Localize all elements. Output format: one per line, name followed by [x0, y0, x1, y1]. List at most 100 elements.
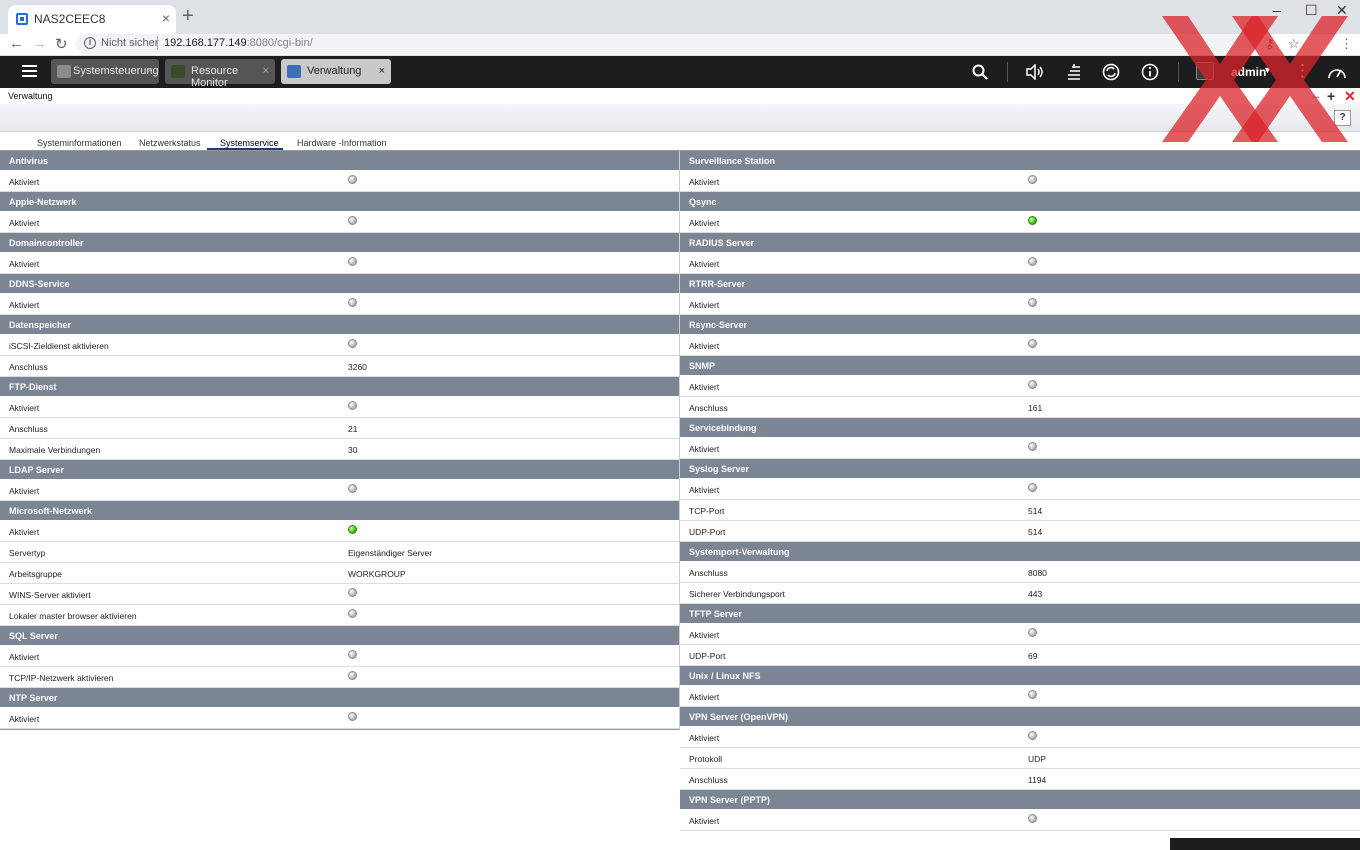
url-text[interactable]: 192.168.177.149:8080/cgi-bin/: [164, 37, 313, 49]
row-label: Aktiviert: [9, 300, 40, 310]
row-label: Aktiviert: [689, 300, 720, 310]
app-tab-close-icon[interactable]: ×: [263, 65, 269, 77]
stack-icon[interactable]: [1066, 63, 1082, 81]
browser-tab-close-button[interactable]: ×: [162, 10, 170, 26]
forward-arrow-icon[interactable]: →: [32, 35, 47, 52]
row-label: Aktiviert: [9, 652, 40, 662]
main-menu-icon[interactable]: [22, 65, 37, 77]
new-tab-button[interactable]: +: [182, 6, 194, 26]
tab-hardware-information[interactable]: Hardware -Information: [297, 138, 387, 148]
status-off-icon: [1028, 814, 1037, 823]
sync-icon[interactable]: [1102, 63, 1120, 81]
search-icon[interactable]: [972, 64, 988, 80]
status-off-icon: [348, 671, 357, 680]
tab-netzwerkstatus[interactable]: Netzwerkstatus: [139, 138, 201, 148]
status-off-icon: [348, 216, 357, 225]
window-close-button[interactable]: ✕: [1344, 88, 1356, 105]
table-row: Aktiviert: [0, 646, 679, 667]
back-arrow-icon[interactable]: ←: [9, 35, 24, 52]
security-label[interactable]: Nicht sicher: [101, 37, 158, 49]
table-row: Aktiviert: [0, 212, 679, 233]
status-on-icon: [1028, 216, 1037, 225]
chrome-menu-icon[interactable]: ⋮: [1340, 36, 1353, 52]
browser-tab[interactable]: NAS2CEEC8 ×: [8, 5, 176, 34]
status-off-icon: [1028, 483, 1037, 492]
status-off-icon: [1028, 339, 1037, 348]
status-off-icon: [1028, 257, 1037, 266]
section-header-radius-server: RADIUS Server: [680, 233, 1360, 253]
section-header-systemport-verwaltung: Systemport-Verwaltung: [680, 542, 1360, 562]
app-tab-systemsteuerung[interactable]: Systemsteuerung ×: [51, 59, 159, 84]
section-header-vpn-server-pptp: VPN Server (PPTP): [680, 790, 1360, 810]
section-header-rsync-server: Rsync-Server: [680, 315, 1360, 335]
row-value: 3260: [348, 362, 367, 372]
address-bar[interactable]: i Nicht sicher 192.168.177.149:8080/cgi-…: [76, 34, 1256, 54]
user-menu[interactable]: admin: [1231, 65, 1266, 79]
close-window-button[interactable]: ✕: [1336, 2, 1348, 19]
row-label: Aktiviert: [9, 527, 40, 537]
window-maximize-button[interactable]: +: [1327, 88, 1335, 104]
row-label: Aktiviert: [689, 382, 720, 392]
status-off-icon: [348, 650, 357, 659]
status-off-icon: [1028, 380, 1037, 389]
dashboard-icon[interactable]: [1327, 64, 1347, 80]
chevron-down-icon[interactable]: ▼: [1263, 65, 1272, 75]
reload-icon[interactable]: ↻: [55, 35, 68, 53]
table-row: Aktiviert: [680, 686, 1360, 707]
tab-systeminformationen[interactable]: Systeminformationen: [37, 138, 122, 148]
app-tab-close-icon[interactable]: ×: [379, 65, 385, 77]
table-row: Aktiviert: [680, 253, 1360, 274]
row-value: 1194: [1028, 775, 1047, 785]
section-header-ddns-service: DDNS-Service: [0, 274, 679, 294]
status-off-icon: [348, 175, 357, 184]
table-row: Anschluss 161: [680, 397, 1360, 418]
more-icon[interactable]: ⋮: [1294, 61, 1311, 81]
window-minimize-button[interactable]: –: [1312, 88, 1320, 104]
status-off-icon: [1028, 175, 1037, 184]
volume-icon[interactable]: [1026, 64, 1044, 80]
row-label: Aktiviert: [9, 259, 40, 269]
browser-tabstrip: NAS2CEEC8 × + – ☐ ✕: [0, 0, 1360, 34]
key-icon[interactable]: ⚷: [1265, 36, 1275, 52]
section-header-datenspeicher: Datenspeicher: [0, 315, 679, 335]
info-icon[interactable]: [1141, 63, 1159, 81]
row-label: TCP-Port: [689, 506, 725, 516]
service-list-left: Antivirus Aktiviert Apple-Netzwerk Aktivier…: [0, 151, 680, 730]
app-tab-verwaltung[interactable]: Verwaltung ×: [281, 59, 391, 84]
table-row: Aktiviert: [680, 212, 1360, 233]
info-icon[interactable]: i: [84, 37, 96, 49]
app-tab-close-icon[interactable]: ×: [147, 65, 153, 77]
table-row: Aktiviert: [0, 253, 679, 274]
row-label: UDP-Port: [689, 651, 726, 661]
table-row: Aktiviert: [680, 335, 1360, 356]
bookmark-star-icon[interactable]: ☆: [1288, 36, 1300, 52]
row-label: Lokaler master browser aktivieren: [9, 611, 137, 621]
tab-systemservice[interactable]: Systemservice: [220, 138, 279, 148]
maximize-window-button[interactable]: ☐: [1305, 2, 1318, 19]
row-label: Aktiviert: [689, 630, 720, 640]
table-row: Anschluss 1194: [680, 769, 1360, 790]
table-row: Aktiviert: [680, 624, 1360, 645]
help-button[interactable]: ?: [1334, 110, 1351, 126]
row-label: Aktiviert: [689, 259, 720, 269]
status-off-icon: [348, 588, 357, 597]
row-value: 443: [1028, 589, 1043, 599]
section-header-surveillance-station: Surveillance Station: [680, 151, 1360, 171]
app-tab-label: Verwaltung: [307, 65, 362, 77]
table-row: WINS-Server aktiviert: [0, 584, 679, 605]
row-value: UDP: [1028, 754, 1046, 764]
section-header-syslog-server: Syslog Server: [680, 459, 1360, 479]
row-label: UDP-Port: [689, 527, 726, 537]
row-label: Aktiviert: [9, 177, 40, 187]
section-header-ftp-dienst: FTP-Dienst: [0, 377, 679, 397]
app-tab-resource-monitor[interactable]: Resource Monitor ×: [165, 59, 275, 89]
section-header-antivirus: Antivirus: [0, 151, 679, 171]
section-header-tftp-server: TFTP Server: [680, 604, 1360, 624]
section-header-servicebindung: Servicebindung: [680, 418, 1360, 438]
table-row: Servertyp Eigenständiger Server: [0, 542, 679, 563]
status-off-icon: [1028, 690, 1037, 699]
minimize-window-button[interactable]: –: [1273, 2, 1281, 18]
row-value: 21: [348, 424, 358, 434]
row-label: Aktiviert: [689, 177, 720, 187]
avatar[interactable]: [1196, 62, 1214, 80]
